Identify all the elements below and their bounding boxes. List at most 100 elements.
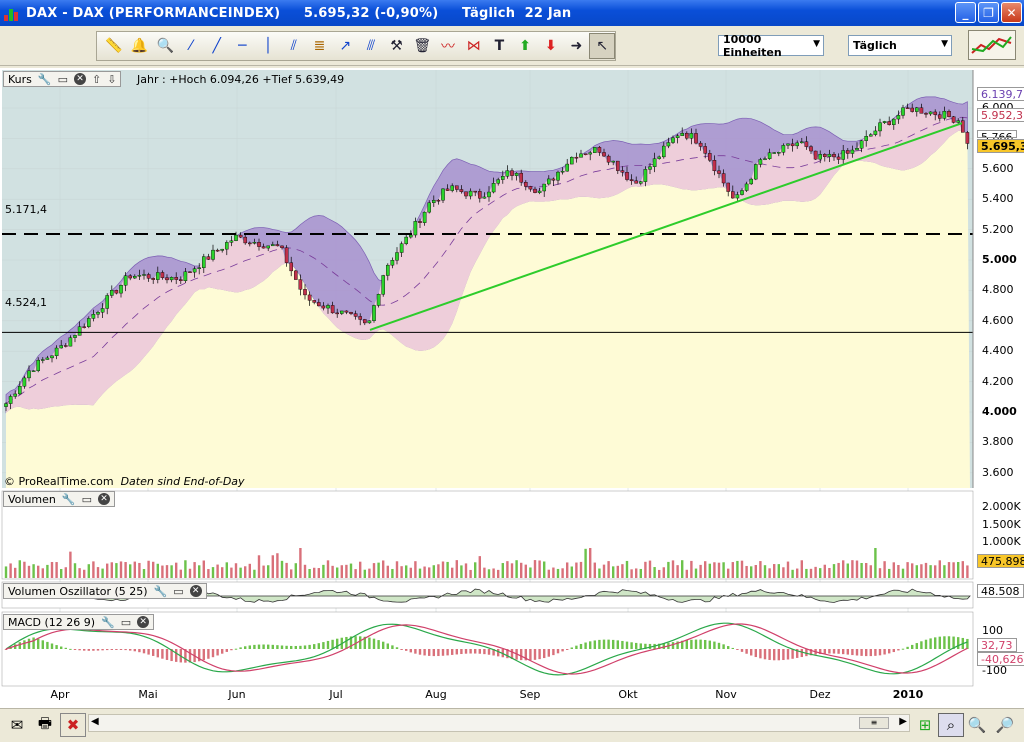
cursor-icon[interactable]: ↖ bbox=[589, 33, 616, 59]
chart-area[interactable]: Kurs 🔧 ▭ ✕ ⇧ ⇩ Jahr : +Hoch 6.094,26 +Ti… bbox=[0, 68, 1024, 708]
close-panel-icon[interactable]: ✕ bbox=[98, 493, 110, 505]
macd-bar bbox=[782, 649, 785, 661]
chart-canvas[interactable] bbox=[0, 68, 1024, 708]
macd-bar bbox=[745, 649, 748, 654]
zoom-fit-icon[interactable]: ⌕ bbox=[938, 713, 964, 737]
volume-bar bbox=[359, 561, 362, 578]
volume-bar bbox=[69, 551, 72, 578]
volume-bar bbox=[892, 562, 895, 578]
volume-bar bbox=[575, 562, 578, 578]
mail-icon[interactable]: ✉ bbox=[4, 713, 30, 737]
candle-body bbox=[137, 275, 142, 277]
candle-body bbox=[31, 370, 36, 372]
candle-body bbox=[657, 156, 661, 159]
scroll-right-icon[interactable]: ▶ bbox=[899, 716, 907, 727]
macd-bar bbox=[625, 641, 629, 649]
close-panel-icon[interactable]: ✕ bbox=[137, 616, 150, 628]
chart-type-button[interactable] bbox=[968, 30, 1016, 60]
units-select[interactable]: 10000 Einheiten ▼ bbox=[718, 33, 824, 59]
candle-body bbox=[123, 275, 128, 286]
wave-icon[interactable]: 〰 bbox=[435, 33, 461, 59]
vertical-line-icon[interactable]: │ bbox=[255, 33, 281, 59]
macd-bar bbox=[786, 649, 790, 660]
horizontal-line-icon[interactable]: ─ bbox=[230, 33, 256, 59]
minimize-button[interactable]: _ bbox=[955, 2, 976, 23]
volume-bar bbox=[460, 565, 463, 578]
text-icon[interactable]: T bbox=[487, 33, 513, 59]
month-label: Okt bbox=[618, 688, 638, 701]
parallel-icon[interactable]: ⫻ bbox=[358, 33, 384, 59]
wrench-icon[interactable]: 🔧 bbox=[38, 73, 52, 86]
volume-bar bbox=[138, 562, 141, 578]
macd-bar bbox=[773, 649, 776, 661]
arrow-line-icon[interactable]: ↗ bbox=[332, 33, 358, 59]
candle-body bbox=[510, 170, 514, 176]
delete-chart-icon[interactable]: ✖ bbox=[60, 713, 86, 737]
fibonacci-icon[interactable]: ≣ bbox=[307, 33, 333, 59]
close-button[interactable]: ✕ bbox=[1001, 2, 1022, 23]
zoom-icon[interactable]: 🔍 bbox=[152, 33, 178, 59]
candle-body bbox=[473, 190, 478, 193]
crosshair-icon[interactable]: ⊞ bbox=[912, 713, 938, 737]
scroll-left-icon[interactable]: ◀ bbox=[91, 716, 99, 727]
candle-body bbox=[390, 260, 395, 266]
volume-bar bbox=[372, 563, 376, 578]
zoom-out-icon[interactable]: 🔍 bbox=[964, 713, 990, 737]
macd-bar bbox=[106, 649, 109, 651]
candle-body bbox=[211, 249, 215, 260]
alarm-bell-icon[interactable]: 🔔 bbox=[127, 33, 153, 59]
horizontal-scrollbar[interactable]: ◀ ≡ ▶ bbox=[88, 714, 910, 732]
candle-body bbox=[809, 146, 813, 152]
up-icon[interactable]: ⇧ bbox=[92, 73, 101, 86]
volume-bar bbox=[303, 564, 307, 578]
channel-icon[interactable]: ⫽ bbox=[281, 33, 307, 59]
macd-bar bbox=[740, 649, 744, 652]
ruler-icon[interactable]: 📏 bbox=[101, 33, 127, 59]
volume-bar bbox=[27, 565, 31, 578]
print-icon[interactable]: 🖶 bbox=[32, 713, 58, 737]
scroll-thumb[interactable]: ≡ bbox=[859, 717, 889, 729]
zoom-in-icon[interactable]: 🔎 bbox=[992, 713, 1018, 737]
period-select[interactable]: Täglich ▼ bbox=[848, 35, 952, 56]
candle-body bbox=[763, 158, 767, 160]
candle-body bbox=[468, 190, 473, 197]
macd-bar bbox=[888, 649, 891, 654]
macd-bar bbox=[897, 649, 900, 651]
window-icon[interactable]: ▭ bbox=[58, 73, 68, 86]
volume-bar bbox=[483, 567, 486, 578]
volume-bar bbox=[257, 555, 261, 578]
trash-icon[interactable]: 🗑 bbox=[409, 33, 435, 59]
window-icon[interactable]: ▭ bbox=[82, 493, 92, 506]
up-arrow-icon[interactable]: ⬆ bbox=[512, 33, 538, 59]
volume-bar bbox=[207, 569, 210, 578]
volume-bar bbox=[648, 560, 652, 578]
price-axis-tick: 5.200 bbox=[982, 222, 1014, 236]
wrench-icon[interactable]: 🔧 bbox=[154, 585, 168, 598]
maximize-button[interactable]: ❐ bbox=[978, 2, 999, 23]
trendline-icon[interactable]: ╱ bbox=[204, 33, 230, 59]
volume-bar bbox=[644, 561, 647, 578]
wrench-icon[interactable]: 🔧 bbox=[62, 493, 76, 506]
macd-bar bbox=[262, 644, 265, 649]
volume-bar bbox=[832, 564, 836, 578]
volume-bar bbox=[409, 567, 412, 578]
right-arrow-icon[interactable]: ➜ bbox=[564, 33, 590, 59]
candle-body bbox=[234, 234, 238, 241]
down-icon[interactable]: ⇩ bbox=[107, 73, 116, 86]
wrench-icon[interactable]: 🔧 bbox=[101, 616, 115, 629]
down-arrow-icon[interactable]: ⬇ bbox=[538, 33, 564, 59]
volume-bar bbox=[561, 568, 564, 578]
close-panel-icon[interactable]: ✕ bbox=[189, 585, 202, 597]
window-icon[interactable]: ▭ bbox=[173, 585, 183, 598]
hammer-icon[interactable]: ⚒ bbox=[384, 33, 410, 59]
candle-body bbox=[409, 234, 413, 238]
volume-bar bbox=[653, 567, 656, 578]
volume-bar bbox=[299, 548, 302, 578]
line-icon[interactable]: ⁄ bbox=[178, 33, 204, 59]
close-panel-icon[interactable]: ✕ bbox=[74, 73, 86, 85]
candle-body bbox=[712, 160, 717, 171]
candle-body bbox=[804, 141, 809, 147]
triangle-icon[interactable]: ⋈ bbox=[461, 33, 487, 59]
window-icon[interactable]: ▭ bbox=[121, 616, 131, 629]
volume-bar bbox=[681, 560, 684, 578]
